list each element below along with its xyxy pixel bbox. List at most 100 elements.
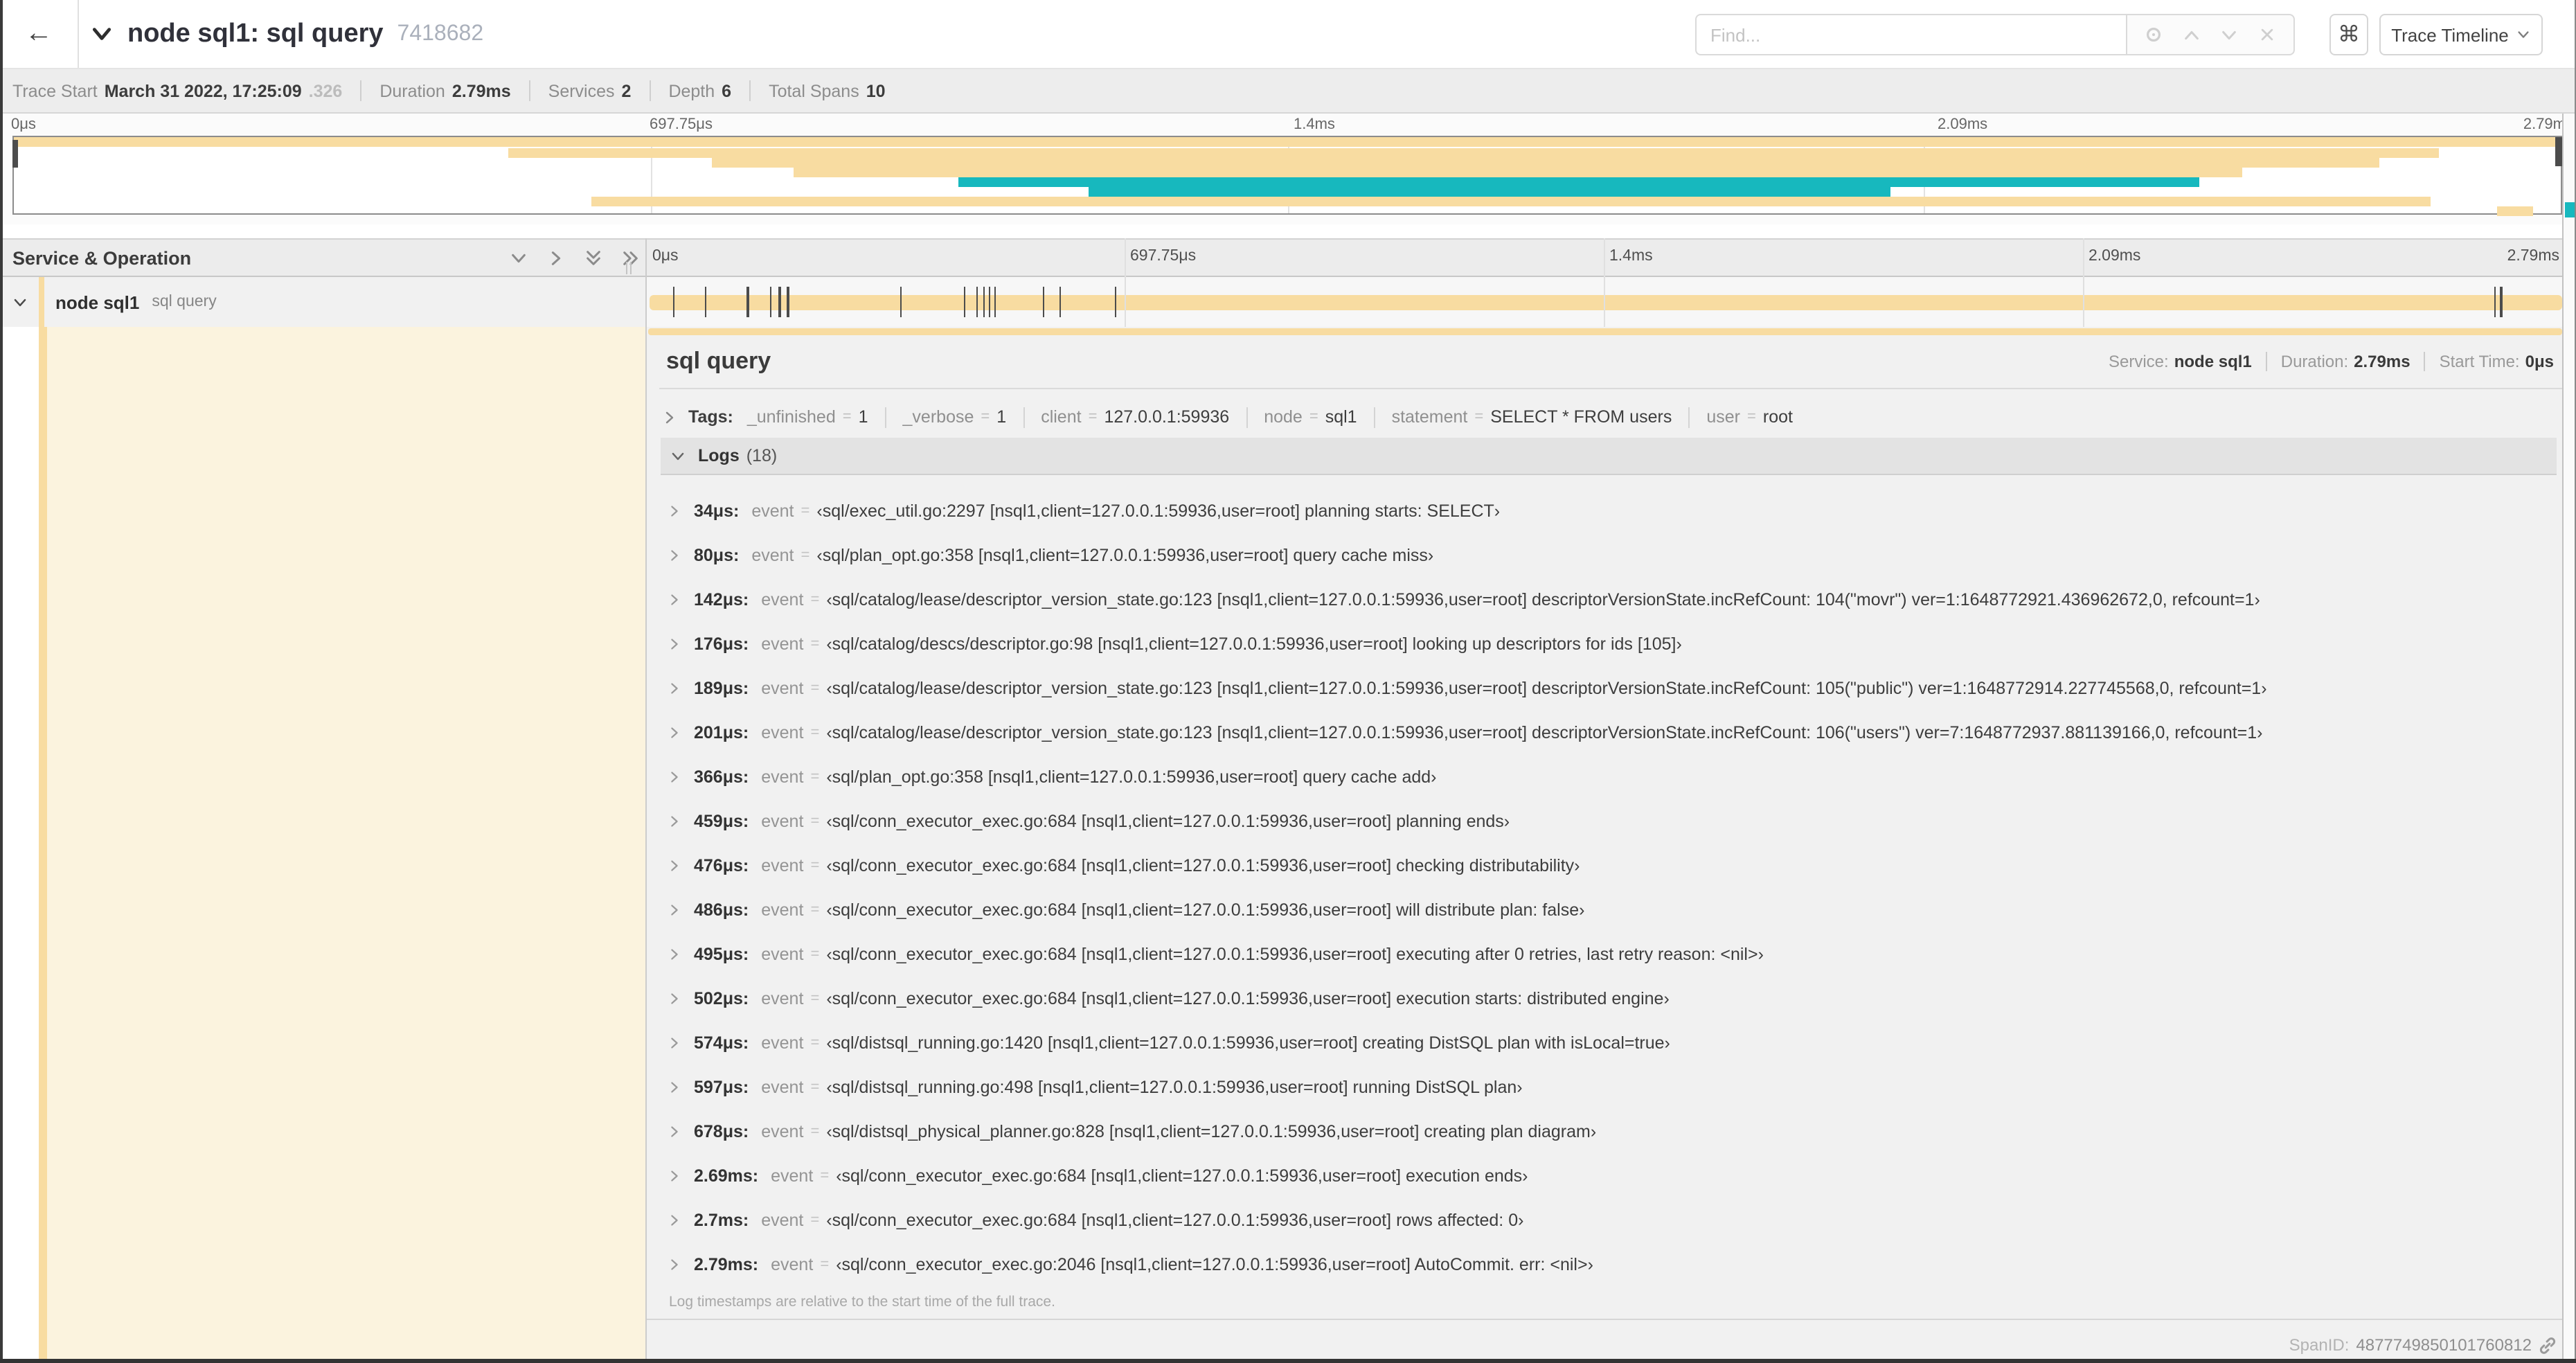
log-row[interactable]: 189μs: event = ‹sql/catalog/lease/descripto… [661, 666, 2557, 711]
log-chevron-right-icon[interactable] [668, 1036, 681, 1050]
tag-key: client [1041, 407, 1082, 427]
tag-key: _unfinished [746, 407, 836, 427]
span-collapse-chevron-down-icon[interactable] [12, 295, 28, 310]
trace-collapser-chevron-down-icon[interactable] [91, 24, 112, 44]
log-row[interactable]: 2.79ms: event = ‹sql/conn_executor_exec.go:… [661, 1242, 2557, 1287]
logs-count: (18) [746, 446, 778, 465]
tags-row[interactable]: Tags: _unfinished = 1 _verbose = 1 client = 127.… [662, 400, 2557, 434]
span-row-name-cell[interactable]: node sql1 sql query [0, 277, 645, 327]
keyboard-shortcuts-button[interactable]: ⌘ [2329, 14, 2368, 55]
log-chevron-right-icon[interactable] [668, 992, 681, 1006]
equals-sign: = [810, 857, 820, 874]
tag-key: node [1264, 407, 1303, 427]
log-field-value: ‹sql/exec_util.go:2297 [nsql1,client=127… [816, 501, 1501, 521]
log-chevron-right-icon[interactable] [668, 1169, 681, 1183]
detail-divider [659, 388, 2564, 389]
command-icon: ⌘ [2338, 24, 2360, 47]
log-field-value: ‹sql/plan_opt.go:358 [nsql1,client=127.0… [816, 546, 1434, 565]
minimap-span [793, 167, 2243, 177]
find-scope-icon[interactable] [2140, 22, 2165, 47]
service-label: Service: [2109, 352, 2169, 371]
log-chevron-right-icon[interactable] [668, 593, 681, 607]
log-row[interactable]: 366μs: event = ‹sql/plan_opt.go:358 [nsql1,… [661, 755, 2557, 799]
tag-value: 1 [858, 407, 868, 427]
log-row[interactable]: 678μs: event = ‹sql/distsql_physical_planne… [661, 1110, 2557, 1154]
log-chevron-right-icon[interactable] [668, 549, 681, 562]
equals-sign: = [810, 680, 820, 697]
log-row[interactable]: 176μs: event = ‹sql/catalog/descs/descripto… [661, 622, 2557, 666]
logs-header[interactable]: Logs (18) [661, 438, 2557, 475]
log-chevron-right-icon[interactable] [668, 726, 681, 740]
summary-label: Duration [379, 81, 445, 100]
log-row[interactable]: 495μs: event = ‹sql/conn_executor_exec.go:6… [661, 932, 2557, 977]
minimap-span [591, 197, 2431, 207]
expand-one-chevron-right-icon[interactable] [547, 249, 565, 267]
view-selector-button[interactable]: Trace Timeline [2379, 14, 2543, 55]
log-row[interactable]: 597μs: event = ‹sql/distsql_running.go:498 … [661, 1065, 2557, 1110]
log-row[interactable]: 2.7ms: event = ‹sql/conn_executor_exec.go:6… [661, 1198, 2557, 1242]
tag-item: _unfinished = 1 [747, 407, 868, 427]
span-row-bar-cell[interactable] [647, 277, 2576, 327]
log-chevron-right-icon[interactable] [668, 637, 681, 651]
log-row[interactable]: 486μs: event = ‹sql/conn_executor_exec.go:6… [661, 888, 2557, 932]
log-chevron-right-icon[interactable] [668, 1125, 681, 1139]
logs-chevron-down-icon[interactable] [670, 448, 686, 463]
log-row[interactable]: 201μs: event = ‹sql/catalog/lease/descripto… [661, 711, 2557, 755]
column-resizer-handle[interactable] [626, 262, 632, 274]
equals-sign: = [810, 591, 820, 608]
page-scrollbar[interactable] [2562, 114, 2576, 1359]
collapse-all-double-chevron-down-icon[interactable] [584, 249, 602, 267]
log-row[interactable]: 142μs: event = ‹sql/catalog/lease/descripto… [661, 578, 2557, 622]
log-chevron-right-icon[interactable] [668, 1213, 681, 1227]
log-field-value: ‹sql/catalog/lease/descriptor_version_st… [826, 679, 2267, 698]
find-next-icon[interactable] [2217, 22, 2242, 47]
log-row[interactable]: 34μs: event = ‹sql/exec_util.go:2297 [nsql1… [661, 489, 2557, 533]
equals-sign: = [820, 1256, 830, 1273]
log-chevron-right-icon[interactable] [668, 504, 681, 518]
link-icon[interactable] [2539, 1336, 2557, 1354]
log-chevron-right-icon[interactable] [668, 682, 681, 695]
minimap-tick: 697.75μs [650, 116, 713, 133]
log-chevron-right-icon[interactable] [668, 1258, 681, 1272]
collapse-controls [510, 240, 640, 276]
tag-value: 1 [996, 407, 1007, 427]
minimap-canvas[interactable] [12, 136, 2562, 217]
summary-value: 10 [866, 81, 886, 100]
minimap-right-scrubber[interactable] [2555, 137, 2562, 166]
log-row[interactable]: 476μs: event = ‹sql/conn_executor_exec.go:6… [661, 844, 2557, 888]
log-field-value: ‹sql/distsql_physical_planner.go:828 [ns… [826, 1122, 1597, 1141]
log-timestamp: 495μs: [694, 945, 749, 964]
minimap-span [1089, 186, 1891, 197]
equals-sign: = [810, 636, 820, 652]
collapse-one-chevron-down-icon[interactable] [510, 249, 528, 267]
find-input[interactable] [1695, 14, 2126, 55]
find-clear-icon[interactable] [2255, 22, 2280, 47]
log-field-key: event [751, 546, 794, 565]
find-control [1695, 14, 2295, 55]
log-row[interactable]: 2.69ms: event = ‹sql/conn_executor_exec.go:… [661, 1154, 2557, 1198]
log-row[interactable]: 574μs: event = ‹sql/distsql_running.go:1420… [661, 1021, 2557, 1065]
log-row[interactable]: 80μs: event = ‹sql/plan_opt.go:358 [nsql1,c… [661, 533, 2557, 578]
log-chevron-right-icon[interactable] [668, 1080, 681, 1094]
tag-value: SELECT * FROM users [1490, 407, 1672, 427]
span-id-label: SpanID: [2289, 1335, 2350, 1355]
minimap-left-scrubber[interactable] [12, 140, 18, 168]
log-chevron-right-icon[interactable] [668, 903, 681, 917]
log-chevron-right-icon[interactable] [668, 947, 681, 961]
duration-label: Duration: [2280, 352, 2349, 371]
log-timestamp: 597μs: [694, 1078, 749, 1097]
log-chevron-right-icon[interactable] [668, 859, 681, 873]
find-prev-icon[interactable] [2179, 22, 2203, 47]
log-row[interactable]: 459μs: event = ‹sql/conn_executor_exec.go:6… [661, 799, 2557, 844]
trace-title-text: node sql1: sql query [127, 19, 384, 48]
back-button[interactable]: ← [0, 0, 79, 68]
log-timestamp: 142μs: [694, 590, 749, 609]
log-timestamp: 502μs: [694, 989, 749, 1008]
tag-key: user [1706, 407, 1740, 427]
tags-chevron-right-icon[interactable] [662, 409, 677, 425]
log-chevron-right-icon[interactable] [668, 770, 681, 784]
log-field-key: event [771, 1166, 814, 1186]
log-chevron-right-icon[interactable] [668, 814, 681, 828]
log-row[interactable]: 502μs: event = ‹sql/conn_executor_exec.go:6… [661, 977, 2557, 1021]
span-name[interactable]: node sql1 sql query [55, 277, 217, 327]
